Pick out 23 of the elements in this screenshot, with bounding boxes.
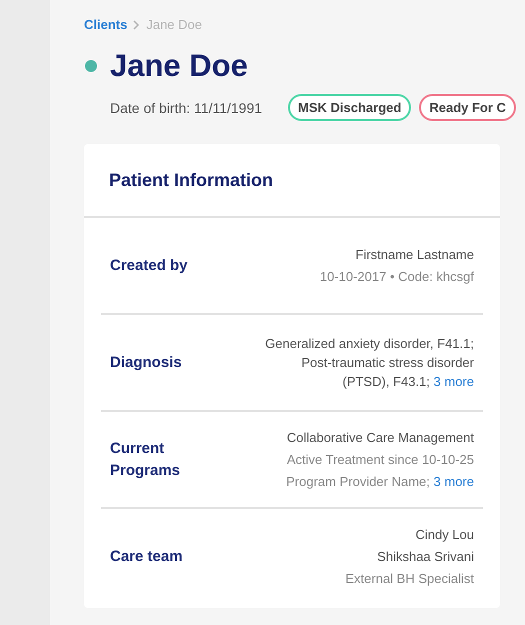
field-value: Shikshaa Srivani xyxy=(377,548,474,566)
status-tag: MSK Discharged xyxy=(288,94,412,121)
field-label: Care team xyxy=(110,546,184,566)
field-value: Collaborative Care Management xyxy=(286,429,474,447)
card-title: Patient Information xyxy=(109,170,274,190)
more-link[interactable]: 3 more xyxy=(434,474,474,489)
more-link[interactable]: 3 more xyxy=(434,374,474,389)
status-tag: Ready For C xyxy=(419,94,516,121)
chevron-right-icon xyxy=(133,20,140,30)
field-value: Firstname Lastname xyxy=(356,246,474,264)
field-value: Generalized anxiety disorder, F41.1; Post-traumatic stress disorder (PTSD), F43.1; 3 more xyxy=(264,335,474,391)
date-of-birth: Date of birth: 11/11/1991 xyxy=(110,100,262,116)
breadcrumb-link[interactable]: Clients xyxy=(84,17,128,32)
field-label: Diagnosis xyxy=(110,352,183,372)
field-value: Active Treatment since 10-10-25 xyxy=(286,451,474,469)
patient-name: Jane Doe xyxy=(110,48,248,84)
field-value: External BH Specialist xyxy=(345,570,474,588)
field-value: Program Provider Name; 3 more xyxy=(286,473,474,491)
breadcrumb-current: Jane Doe xyxy=(146,17,202,32)
field-value: 10-10-2017 • Code: khcsgf xyxy=(320,268,474,286)
field-label: Created by xyxy=(110,256,189,276)
field-value: Cindy Lou xyxy=(415,526,474,544)
field-label: Current Programs xyxy=(110,438,182,480)
